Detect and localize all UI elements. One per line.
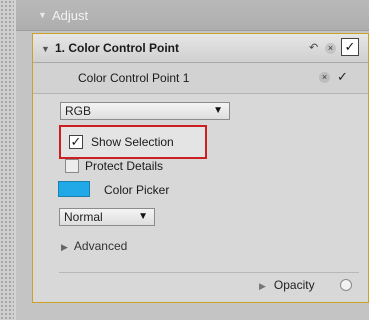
adjust-panel: ▼ Adjust ▼ 1. Color Control Point ↶ × ✓ … <box>16 0 369 320</box>
ccp-section-header[interactable]: ▼ 1. Color Control Point ↶ × ✓ <box>33 34 368 63</box>
expand-triangle-icon: ▶ <box>259 281 266 291</box>
collapse-triangle-icon[interactable]: ▼ <box>41 44 50 54</box>
enable-checkbox[interactable]: ✓ <box>341 38 359 56</box>
blend-mode-value: Normal <box>64 210 103 224</box>
chevron-down-icon: ▼ <box>138 211 148 222</box>
color-control-point-section: ▼ 1. Color Control Point ↶ × ✓ Color Con… <box>32 33 369 303</box>
opacity-label: Opacity <box>273 278 315 292</box>
advanced-label: Advanced <box>73 239 128 253</box>
control-point-label: Color Control Point 1 <box>78 71 190 85</box>
color-picker-swatch[interactable] <box>58 181 90 197</box>
advanced-toggle[interactable]: ▶ Advanced <box>61 239 127 253</box>
color-picker-label[interactable]: Color Picker <box>104 183 169 197</box>
show-selection-highlight: ✓ Show Selection <box>59 125 207 159</box>
show-selection-checkbox[interactable]: ✓ <box>69 135 83 149</box>
point-enable-check-icon[interactable]: ✓ <box>337 69 348 85</box>
opacity-toggle[interactable]: ▶ Opacity <box>259 278 315 292</box>
color-mode-value: RGB <box>65 104 92 118</box>
expand-triangle-icon: ▶ <box>61 242 68 252</box>
blend-mode-dropdown[interactable]: Normal ▼ <box>59 208 155 226</box>
protect-details-label[interactable]: Protect Details <box>85 159 163 173</box>
adjust-title: Adjust <box>52 8 89 23</box>
opacity-radio[interactable] <box>340 279 352 291</box>
ccp-section-title: 1. Color Control Point <box>55 41 179 55</box>
color-mode-dropdown[interactable]: RGB ▼ <box>60 102 230 120</box>
delete-point-icon[interactable]: × <box>319 72 330 83</box>
collapse-triangle-icon[interactable]: ▼ <box>38 10 47 20</box>
panel-gripper[interactable] <box>0 0 14 320</box>
undo-icon[interactable]: ↶ <box>309 41 318 54</box>
protect-details-checkbox[interactable] <box>65 159 79 173</box>
divider <box>59 272 359 273</box>
close-icon[interactable]: × <box>325 43 336 54</box>
show-selection-label[interactable]: Show Selection <box>91 135 174 149</box>
adjust-section-header[interactable]: ▼ Adjust <box>16 0 369 31</box>
control-point-row[interactable]: Color Control Point 1 × ✓ <box>33 63 368 94</box>
chevron-down-icon: ▼ <box>213 105 223 116</box>
